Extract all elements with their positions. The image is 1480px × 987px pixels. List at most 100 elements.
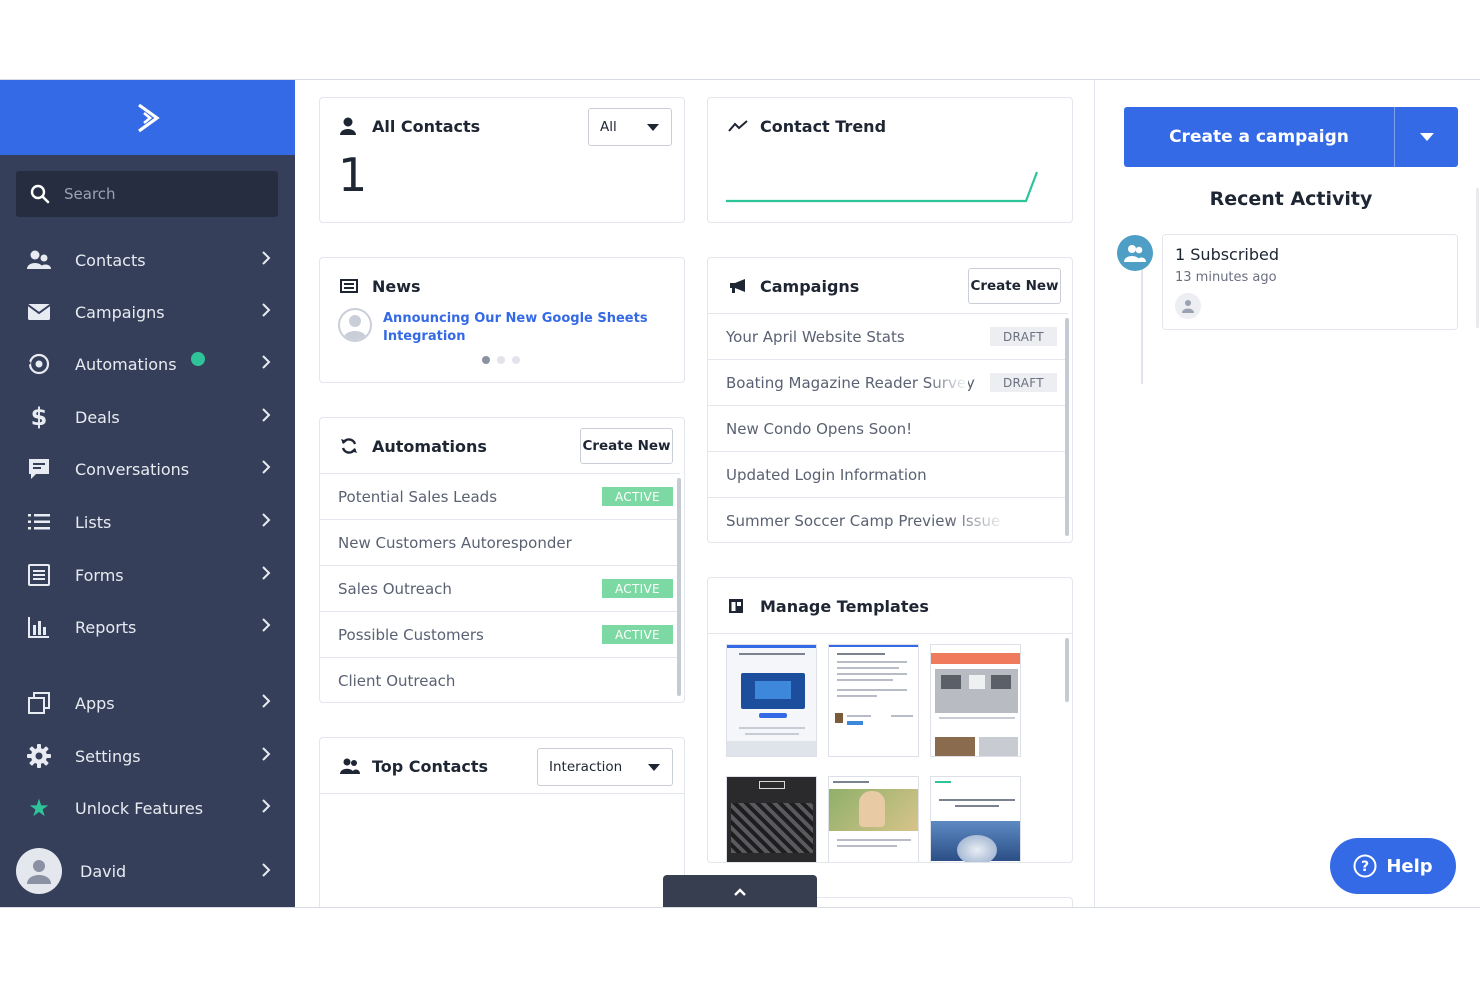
sidebar-item-settings[interactable]: Settings [0,735,295,777]
sidebar-item-label: Apps [75,693,115,713]
news-avatar [338,308,372,342]
template-thumbnail[interactable] [828,644,919,757]
card-title: Manage Templates [760,596,929,616]
templates-scrollbar[interactable] [1065,638,1069,702]
campaign-row[interactable]: Boating Magazine Reader Survey DRAFT [708,359,1068,405]
template-thumbnail[interactable] [828,776,919,862]
right-panel: Create a campaign Recent Activity 1 Subs… [1094,80,1480,907]
carousel-dot[interactable] [497,356,505,364]
notification-dot [190,352,205,366]
form-icon [26,562,52,588]
chevron-right-icon [262,566,271,580]
sidebar-item-apps[interactable]: Apps [0,682,295,724]
automation-row[interactable]: Potential Sales Leads ACTIVE [320,473,680,519]
carousel-dot[interactable] [482,356,490,364]
card-title: All Contacts [372,116,481,136]
campaign-row[interactable]: Your April Website Stats DRAFT [708,313,1068,359]
search-box[interactable] [16,171,278,217]
timeline-line [1141,250,1143,384]
sidebar-item-label: Forms [75,565,124,585]
activity-item[interactable]: 1 Subscribed 13 minutes ago [1162,234,1458,330]
template-icon [728,596,750,616]
user-icon [340,116,362,136]
apps-icon [26,690,52,716]
card-title: Automations [372,436,487,456]
campaign-name: Updated Login Information [726,465,927,484]
news-headline-link[interactable]: Announcing Our New Google Sheets Integra… [383,310,663,346]
right-panel-scrollbar[interactable] [1476,188,1479,328]
logo[interactable] [0,80,295,155]
sidebar-item-conversations[interactable]: Conversations [0,448,295,490]
top-contacts-card: Top Contacts Interaction [319,737,685,907]
automation-row[interactable]: Sales Outreach ACTIVE [320,565,680,611]
chat-icon [26,456,52,482]
chevron-right-icon [262,863,271,877]
sidebar: Contacts Campaigns Automations $ Deals C… [0,80,295,907]
sidebar-item-label: Reports [75,617,137,637]
envelope-icon [26,299,52,325]
chevron-right-icon [262,747,271,761]
collapse-tab[interactable] [663,875,817,907]
sidebar-item-deals[interactable]: $ Deals [0,396,295,438]
automation-row[interactable]: Client Outreach [320,657,680,702]
user-icon [343,315,367,340]
template-thumbnail[interactable] [930,644,1021,757]
app-frame: Contacts Campaigns Automations $ Deals C… [0,79,1480,908]
carousel-dots [482,356,520,364]
sidebar-item-reports[interactable]: Reports [0,606,295,648]
campaigns-create-new-button[interactable]: Create New [968,268,1061,304]
create-campaign-split-button: Create a campaign [1124,107,1458,167]
status-badge: DRAFT [990,327,1057,346]
activecampaign-logo-icon [137,103,160,132]
automations-scrollbar[interactable] [677,478,681,696]
contacts-filter-select[interactable]: All [588,108,672,146]
campaign-row[interactable]: Updated Login Information [708,451,1068,497]
activity-time: 13 minutes ago [1175,270,1277,285]
sidebar-item-unlock-features[interactable]: ★ Unlock Features [0,787,295,829]
sidebar-item-campaigns[interactable]: Campaigns [0,291,295,333]
contacts-icon [26,247,52,273]
status-badge: ACTIVE [602,487,673,506]
sidebar-item-lists[interactable]: Lists [0,501,295,543]
sidebar-item-label: Unlock Features [75,798,204,818]
bar-chart-icon [26,614,52,640]
help-button[interactable]: ? Help [1330,838,1456,894]
create-campaign-dropdown-button[interactable] [1395,107,1458,167]
news-card: News Announcing Our New Google Sheets In… [319,257,685,383]
refresh-icon [340,436,362,456]
help-label: Help [1386,855,1433,877]
svg-text:?: ? [1361,859,1369,875]
automations-create-new-button[interactable]: Create New [580,428,673,464]
question-circle-icon: ? [1353,854,1377,878]
chevron-right-icon [262,408,271,422]
chevron-right-icon [262,694,271,708]
sidebar-user-menu[interactable]: David [0,846,295,896]
newspaper-icon [340,276,362,296]
top-contacts-filter-select[interactable]: Interaction [537,748,673,786]
templates-card: Manage Templates [707,577,1073,863]
carousel-dot[interactable] [512,356,520,364]
user-icon [27,860,51,884]
automation-row[interactable]: New Customers Autoresponder [320,519,680,565]
megaphone-icon [728,276,750,296]
chevron-right-icon [262,303,271,317]
template-thumbnail[interactable] [726,644,817,757]
template-thumbnail[interactable] [726,776,817,862]
sidebar-item-contacts[interactable]: Contacts [0,239,295,281]
search-input[interactable] [64,185,254,203]
campaigns-scrollbar[interactable] [1065,318,1069,536]
list-icon [26,509,52,535]
template-thumbnail[interactable] [930,776,1021,862]
campaign-row[interactable]: New Condo Opens Soon! [708,405,1068,451]
automation-name: Potential Sales Leads [338,487,498,506]
automation-row[interactable]: Possible Customers ACTIVE [320,611,680,657]
card-title: News [372,276,421,296]
create-campaign-button[interactable]: Create a campaign [1124,107,1395,167]
sidebar-item-automations[interactable]: Automations [0,343,295,385]
contact-trend-card: Contact Trend [707,97,1073,223]
campaign-row[interactable]: Summer Soccer Camp Preview Issue [708,497,1068,542]
caret-down-icon [648,764,660,771]
recent-activity-title: Recent Activity [1209,188,1373,210]
sidebar-item-forms[interactable]: Forms [0,554,295,596]
automation-name: New Customers Autoresponder [338,533,572,552]
